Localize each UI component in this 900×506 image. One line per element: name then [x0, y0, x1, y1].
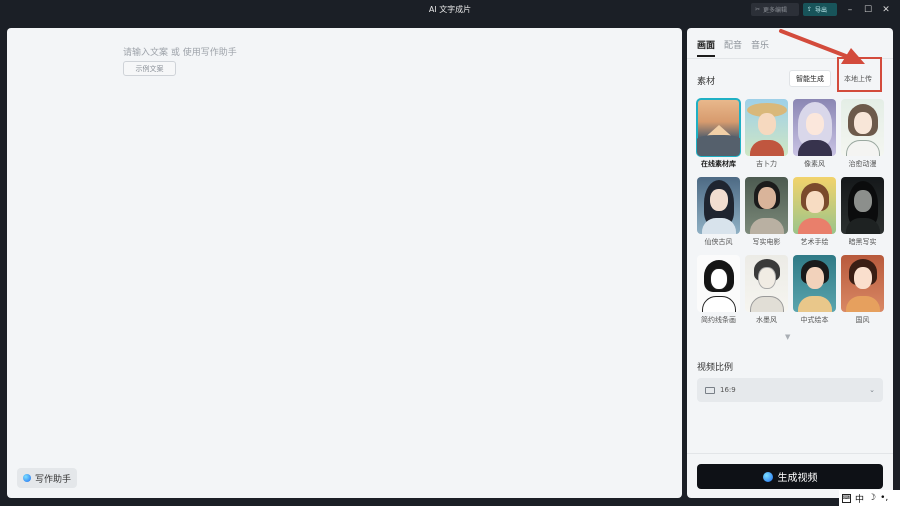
export-button[interactable]: ⇪ 导出 [803, 3, 837, 16]
line-art-girl-icon [697, 255, 740, 312]
export-label: 导出 [815, 7, 828, 14]
maximize-icon[interactable]: ☐ [862, 4, 874, 16]
style-grid: 在线素材库 吉卜力 像素风 治愈动漫 仙侠古风 写实电影 艺术手绘 暗黑写实 简… [696, 98, 884, 332]
assistant-orb-icon [23, 474, 31, 482]
generate-video-label: 生成视频 [777, 473, 818, 484]
mountain-landscape-icon [696, 98, 741, 157]
style-card-line-art[interactable]: 简约线条画 [697, 255, 740, 332]
painted-girl-flowers-icon [793, 177, 836, 234]
style-label: 水墨风 [756, 316, 777, 324]
scissors-icon: ✂ [755, 6, 761, 13]
style-label: 中式绘本 [800, 316, 829, 324]
tab-visuals[interactable]: 画面 [697, 38, 716, 57]
style-label: 国风 [855, 316, 870, 324]
style-label: 写实电影 [752, 238, 781, 246]
more-edit-button[interactable]: ✂ 更多编辑 [751, 3, 799, 16]
expand-styles-chevron-icon[interactable]: ▼ [785, 333, 790, 341]
system-tray: ⌨ 中 ☽ •, [839, 490, 900, 506]
generate-video-button[interactable]: 生成视频 [697, 464, 883, 489]
ancient-woman-icon [697, 177, 740, 234]
style-label: 暗黑写实 [848, 238, 877, 246]
style-card-online-library[interactable]: 在线素材库 [696, 98, 741, 176]
video-ratio-select[interactable]: 16:9 ⌄ [697, 378, 883, 402]
style-card-xianxia[interactable]: 仙侠古风 [697, 177, 740, 254]
style-label: 简约线条画 [701, 316, 736, 324]
video-ratio-value: 16:9 [720, 386, 736, 394]
realistic-woman-icon [745, 177, 788, 234]
title-bar: AI 文字成片 ✂ 更多编辑 ⇪ 导出 – ☐ ✕ [0, 0, 900, 20]
chevron-down-icon: ⌄ [869, 386, 875, 394]
style-card-ghibli[interactable]: 吉卜力 [745, 99, 788, 176]
sketch-girl-icon [841, 99, 884, 156]
generate-orb-icon [762, 471, 773, 482]
video-ratio-label: 视频比例 [697, 363, 734, 373]
script-editor[interactable]: 请输入文案 或 使用写作助手 示例文案 写作助手 [7, 28, 682, 498]
tab-voiceover[interactable]: 配音 [724, 38, 742, 51]
minimize-icon[interactable]: – [844, 4, 856, 16]
chinese-doll-icon [841, 255, 884, 312]
style-card-healing-anime[interactable]: 治愈动漫 [841, 99, 884, 176]
annotation-arrow-icon [779, 29, 865, 64]
style-card-dark-realism[interactable]: 暗黑写实 [841, 177, 884, 254]
ime-indicator[interactable]: 中 [855, 492, 864, 505]
style-label: 仙侠古风 [704, 238, 733, 246]
more-edit-label: 更多编辑 [763, 7, 788, 14]
style-card-realistic-film[interactable]: 写实电影 [745, 177, 788, 254]
example-script-button[interactable]: 示例文案 [123, 61, 176, 76]
aspect-ratio-icon [705, 386, 715, 394]
style-card-pixel[interactable]: 像素风 [793, 99, 836, 176]
anime-girl-straw-hat-icon [745, 99, 788, 156]
ink-woman-icon [745, 255, 788, 312]
style-label: 治愈动漫 [848, 160, 877, 168]
panel-tabs: 画面 配音 音乐 [697, 38, 769, 57]
dark-woman-icon [841, 177, 884, 234]
style-label: 艺术手绘 [800, 238, 829, 246]
style-card-ink-wash[interactable]: 水墨风 [745, 255, 788, 332]
chinese-girl-fan-icon [793, 255, 836, 312]
writing-assistant-button[interactable]: 写作助手 [17, 468, 77, 488]
export-icon: ⇪ [807, 6, 813, 13]
close-icon[interactable]: ✕ [880, 4, 892, 16]
anime-girl-silver-hair-icon [793, 99, 836, 156]
style-card-chinese-picture-book[interactable]: 中式绘本 [793, 255, 836, 332]
style-card-handpainted[interactable]: 艺术手绘 [793, 177, 836, 254]
editor-placeholder[interactable]: 请输入文案 或 使用写作助手 [123, 45, 237, 58]
settings-panel: 画面 配音 音乐 素材 智能生成 本地上传 在线素材库 吉卜力 像素风 治愈动漫… [687, 28, 893, 498]
keyboard-icon[interactable]: ⌨ [842, 493, 851, 503]
panel-divider [687, 453, 893, 454]
style-label: 像素风 [804, 160, 825, 168]
material-label: 素材 [697, 77, 716, 87]
style-label: 吉卜力 [756, 160, 777, 168]
writing-assistant-label: 写作助手 [35, 474, 72, 485]
style-label: 在线素材库 [701, 160, 736, 168]
punctuation-icon[interactable]: •, [880, 493, 888, 503]
moon-icon[interactable]: ☽ [868, 493, 876, 503]
tab-music[interactable]: 音乐 [751, 38, 769, 51]
style-card-national-style[interactable]: 国风 [841, 255, 884, 332]
